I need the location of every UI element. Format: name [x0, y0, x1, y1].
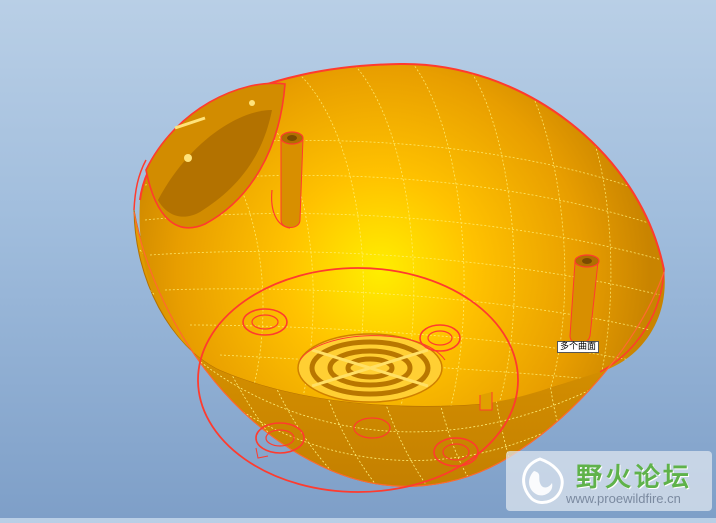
- bowl-model[interactable]: [0, 0, 716, 518]
- forum-watermark: 野火论坛 www.proewildfire.cn: [506, 451, 712, 511]
- flame-logo-icon: [522, 457, 564, 504]
- rim-notch-right: [479, 392, 493, 411]
- surface-annotation-tag: 多个曲面: [557, 341, 600, 353]
- 3d-viewport[interactable]: 多个曲面 野火论坛 www.proewildfire.cn: [0, 0, 716, 518]
- watermark-title: 野火论坛: [576, 463, 693, 493]
- watermark-url: www.proewildfire.cn: [566, 491, 681, 506]
